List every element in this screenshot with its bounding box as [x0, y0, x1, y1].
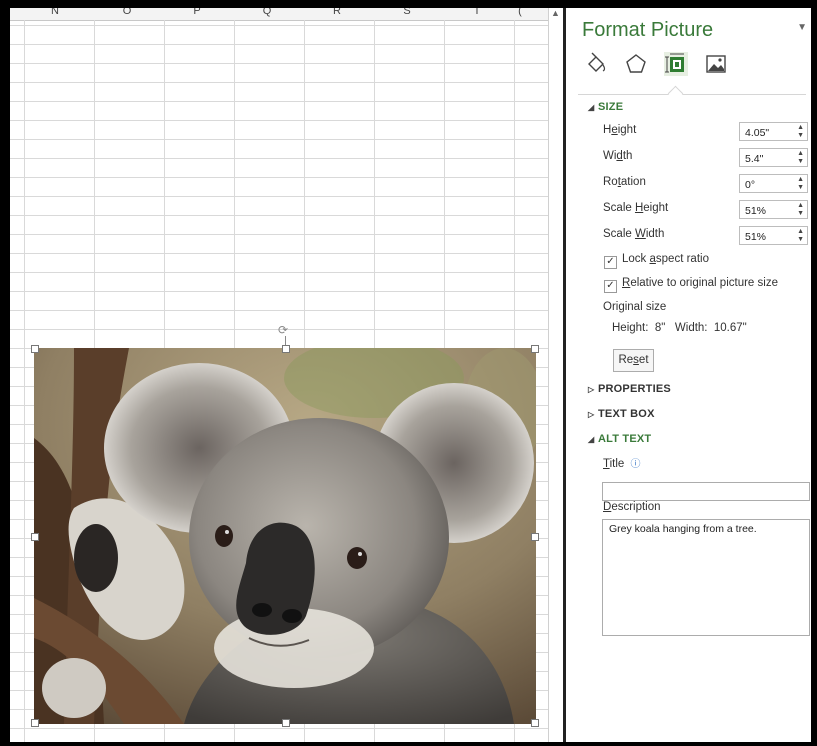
scale-height-spinner[interactable]: ▲▼ [739, 200, 808, 220]
section-size-header[interactable]: ◢ SIZE [588, 101, 623, 113]
scale-height-label: Scale Height [603, 202, 669, 214]
scale-height-input[interactable] [740, 202, 793, 220]
scale-width-label: Scale Width [603, 228, 665, 240]
koala-image [34, 348, 536, 724]
column-header[interactable]: S [372, 8, 442, 17]
rotation-label: Rotation [603, 176, 646, 188]
expand-triangle-icon: ▷ [588, 410, 595, 419]
alt-description-textarea[interactable]: Grey koala hanging from a tree. [603, 520, 809, 635]
resize-handle-bottom-left[interactable] [31, 719, 39, 727]
spinner-arrows-icon[interactable]: ▲ ▼ [797, 228, 804, 244]
info-icon[interactable]: ⓘ [631, 459, 641, 470]
scroll-up-icon[interactable]: ▲ [551, 8, 560, 18]
tab-indicator [667, 85, 684, 102]
koala-picture[interactable] [31, 345, 539, 727]
resize-handle-top-right[interactable] [531, 345, 539, 353]
scale-width-input[interactable] [740, 228, 793, 246]
resize-handle-bottom[interactable] [282, 719, 290, 727]
reset-button[interactable]: Reset [613, 349, 654, 372]
picture-icon[interactable] [704, 52, 728, 76]
height-input[interactable] [740, 124, 793, 142]
alt-title-label: Title ⓘ [603, 458, 641, 470]
fill-line-icon[interactable] [584, 52, 608, 76]
resize-handle-top[interactable] [282, 345, 290, 353]
resize-handle-left[interactable] [31, 533, 39, 541]
width-spinner[interactable]: ▲▼ [739, 148, 808, 168]
pane-title: Format Picture [582, 19, 714, 41]
original-size-values: Height: 8" Width: 10.67" [612, 322, 747, 334]
checkmark-icon[interactable]: ✓ [604, 280, 617, 293]
format-picture-pane: Format Picture ▼ ◢SIZE Height ▲▼ Width ▲… [566, 8, 811, 742]
spinner-arrows-icon[interactable]: ▲ ▼ [797, 202, 804, 218]
width-label: Width [603, 150, 633, 162]
column-header[interactable]: P [162, 8, 232, 17]
alt-description-field[interactable]: Grey koala hanging from a tree. [602, 519, 810, 636]
pane-tabs [584, 52, 744, 82]
column-header[interactable]: O [92, 8, 162, 17]
expand-triangle-icon: ▷ [588, 385, 595, 394]
tab-separator [578, 94, 806, 95]
column-header[interactable]: Q [232, 8, 302, 17]
alt-description-label: Description [603, 501, 661, 513]
alt-title-input[interactable] [603, 484, 809, 502]
resize-handle-right[interactable] [531, 533, 539, 541]
effects-icon[interactable] [624, 52, 648, 76]
checkmark-icon[interactable]: ✓ [604, 256, 617, 269]
pane-options-icon[interactable]: ▼ [797, 22, 807, 33]
section-alt-text-header[interactable]: ◢ ALT TEXT [588, 433, 651, 445]
size-properties-icon[interactable] [664, 52, 688, 76]
column-header[interactable]: N [20, 8, 90, 17]
collapse-triangle-icon: ◢ [588, 103, 595, 112]
spinner-arrows-icon[interactable]: ▲ ▼ [797, 124, 804, 140]
resize-handle-top-left[interactable] [31, 345, 39, 353]
height-label: Height [603, 124, 637, 136]
spinner-arrows-icon[interactable]: ▲ ▼ [797, 176, 804, 192]
resize-handle-bottom-right[interactable] [531, 719, 539, 727]
rotation-spinner[interactable]: ▲▼ [739, 174, 808, 194]
relative-to-original-checkbox[interactable]: ✓ Relative to original picture size [604, 277, 778, 293]
column-header[interactable]: ( [510, 8, 530, 17]
column-header[interactable]: T [442, 8, 512, 17]
spinner-arrows-icon[interactable]: ▲ ▼ [797, 150, 804, 166]
height-spinner[interactable]: ▲▼ [739, 122, 808, 142]
section-properties-header[interactable]: ▷ PROPERTIES [588, 383, 671, 395]
lock-aspect-ratio-checkbox[interactable]: ✓ Lock aspect ratio [604, 253, 709, 269]
section-text-box-header[interactable]: ▷ TEXT BOX [588, 408, 655, 420]
rotate-handle-icon[interactable]: ⟳ [278, 324, 290, 336]
column-header[interactable]: R [302, 8, 372, 17]
scale-width-spinner[interactable]: ▲▼ [739, 226, 808, 246]
alt-title-field[interactable] [602, 482, 810, 502]
rotation-input[interactable] [740, 176, 793, 194]
original-size-label: Original size [603, 301, 667, 313]
width-input[interactable] [740, 150, 793, 168]
collapse-triangle-icon: ◢ [588, 435, 595, 444]
